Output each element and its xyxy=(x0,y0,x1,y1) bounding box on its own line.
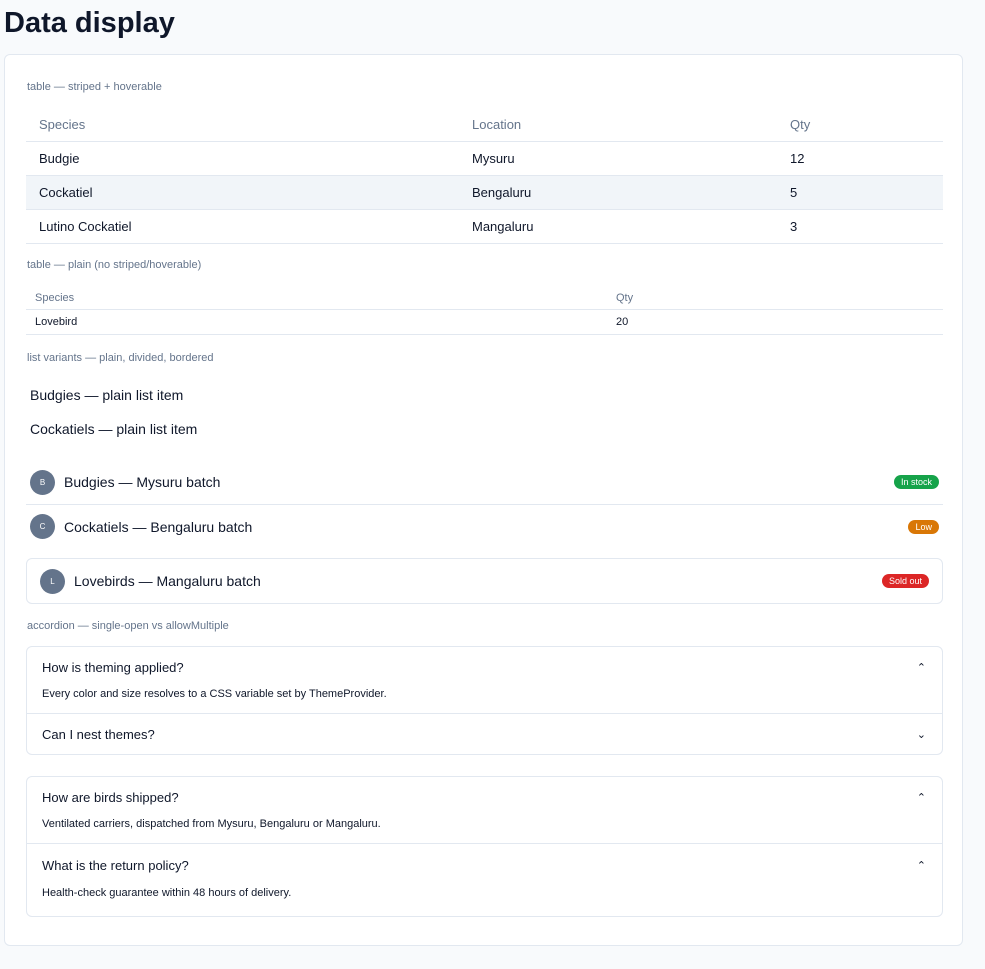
list-item[interactable]: C Cockatiels — Bengaluru batch Low xyxy=(26,504,943,548)
column-header-species: Species xyxy=(26,107,459,142)
table-row: Lovebird 20 xyxy=(26,309,943,335)
accordion-body: Every color and size resolves to a CSS v… xyxy=(42,688,387,700)
column-header-qty: Qty xyxy=(607,286,943,310)
accordion-allow-multiple: How are birds shipped? ⌃ Ventilated carr… xyxy=(26,776,943,917)
data-display-card: table — striped + hoverable Species Loca… xyxy=(4,54,963,946)
table-cell: 12 xyxy=(777,141,943,176)
list-item[interactable]: L Lovebirds — Mangaluru batch Sold out xyxy=(27,559,942,603)
table-cell: 3 xyxy=(777,209,943,244)
table-cell: Lovebird xyxy=(26,309,607,335)
table-row[interactable]: Lutino Cockatiel Mangaluru 3 xyxy=(26,209,943,244)
list-item[interactable]: B Budgies — Mysuru batch In stock xyxy=(26,460,943,504)
accordion-title: Can I nest themes? xyxy=(42,726,155,742)
bordered-list: L Lovebirds — Mangaluru batch Sold out xyxy=(26,558,943,604)
avatar: C xyxy=(30,514,55,539)
accordion-body: Health-check guarantee within 48 hours o… xyxy=(42,887,292,899)
accordion-item: How are birds shipped? ⌃ Ventilated carr… xyxy=(27,777,942,843)
list-item-text: Lovebirds — Mangaluru batch xyxy=(74,573,261,589)
column-header-species: Species xyxy=(26,286,607,310)
table-cell: Budgie xyxy=(26,141,459,176)
section-label-table-plain: table — plain (no striped/hoverable) xyxy=(27,259,202,271)
chevron-up-icon: ⌃ xyxy=(916,859,926,872)
list-item-text: Budgies — Mysuru batch xyxy=(64,474,221,490)
table-cell: Bengaluru xyxy=(459,175,777,210)
accordion-title: How are birds shipped? xyxy=(42,789,179,805)
table-row[interactable]: Budgie Mysuru 12 xyxy=(26,141,943,176)
accordion-title: What is the return policy? xyxy=(42,857,189,873)
chevron-down-icon: ⌄ xyxy=(916,728,926,741)
section-label-table-striped: table — striped + hoverable xyxy=(27,81,162,93)
chevron-up-icon: ⌃ xyxy=(916,791,926,804)
table-cell: 5 xyxy=(777,175,943,210)
section-label-accordion: accordion — single-open vs allowMultiple xyxy=(27,620,229,632)
chevron-up-icon: ⌃ xyxy=(916,661,926,674)
table-row[interactable]: Cockatiel Bengaluru 5 xyxy=(26,175,943,210)
avatar: L xyxy=(40,568,65,594)
avatar: B xyxy=(30,469,55,495)
accordion-header-return-policy[interactable]: What is the return policy? ⌃ xyxy=(27,844,942,886)
accordion-item: How is theming applied? ⌃ Every color an… xyxy=(27,647,942,713)
table-header-row: Species Location Qty xyxy=(26,107,943,142)
status-badge-low: Low xyxy=(908,519,939,534)
accordion-item: Can I nest themes? ⌄ xyxy=(27,713,942,754)
table-cell: Lutino Cockatiel xyxy=(26,209,459,244)
table-cell: Mangaluru xyxy=(459,209,777,244)
accordion-single-open: How is theming applied? ⌃ Every color an… xyxy=(26,646,943,755)
page-title: Data display xyxy=(4,7,175,39)
section-label-lists: list variants — plain, divided, bordered xyxy=(27,352,214,364)
plain-table: Species Qty Lovebird 20 xyxy=(26,286,943,335)
status-badge-in-stock: In stock xyxy=(893,475,939,489)
plain-list-item: Cockatiels — plain list item xyxy=(30,421,198,437)
accordion-title: How is theming applied? xyxy=(42,659,184,675)
plain-list-item: Budgies — plain list item xyxy=(30,387,184,403)
table-cell: 20 xyxy=(607,309,943,335)
accordion-header-nest-themes[interactable]: Can I nest themes? ⌄ xyxy=(27,714,942,754)
striped-table: Species Location Qty Budgie Mysuru 12 Co… xyxy=(26,107,943,244)
column-header-qty: Qty xyxy=(777,107,943,142)
status-badge-sold-out: Sold out xyxy=(881,574,929,588)
table-header-row: Species Qty xyxy=(26,286,943,310)
accordion-header-theming[interactable]: How is theming applied? ⌃ xyxy=(27,647,942,687)
table-cell: Mysuru xyxy=(459,141,777,176)
accordion-body: Ventilated carriers, dispatched from Mys… xyxy=(42,818,381,830)
table-cell: Cockatiel xyxy=(26,175,459,210)
list-item-text: Cockatiels — Bengaluru batch xyxy=(64,518,253,535)
accordion-item: What is the return policy? ⌃ Health-chec… xyxy=(27,843,942,916)
column-header-location: Location xyxy=(459,107,777,142)
accordion-header-shipping[interactable]: How are birds shipped? ⌃ xyxy=(27,777,942,817)
divided-list: B Budgies — Mysuru batch In stock C Cock… xyxy=(26,460,943,548)
